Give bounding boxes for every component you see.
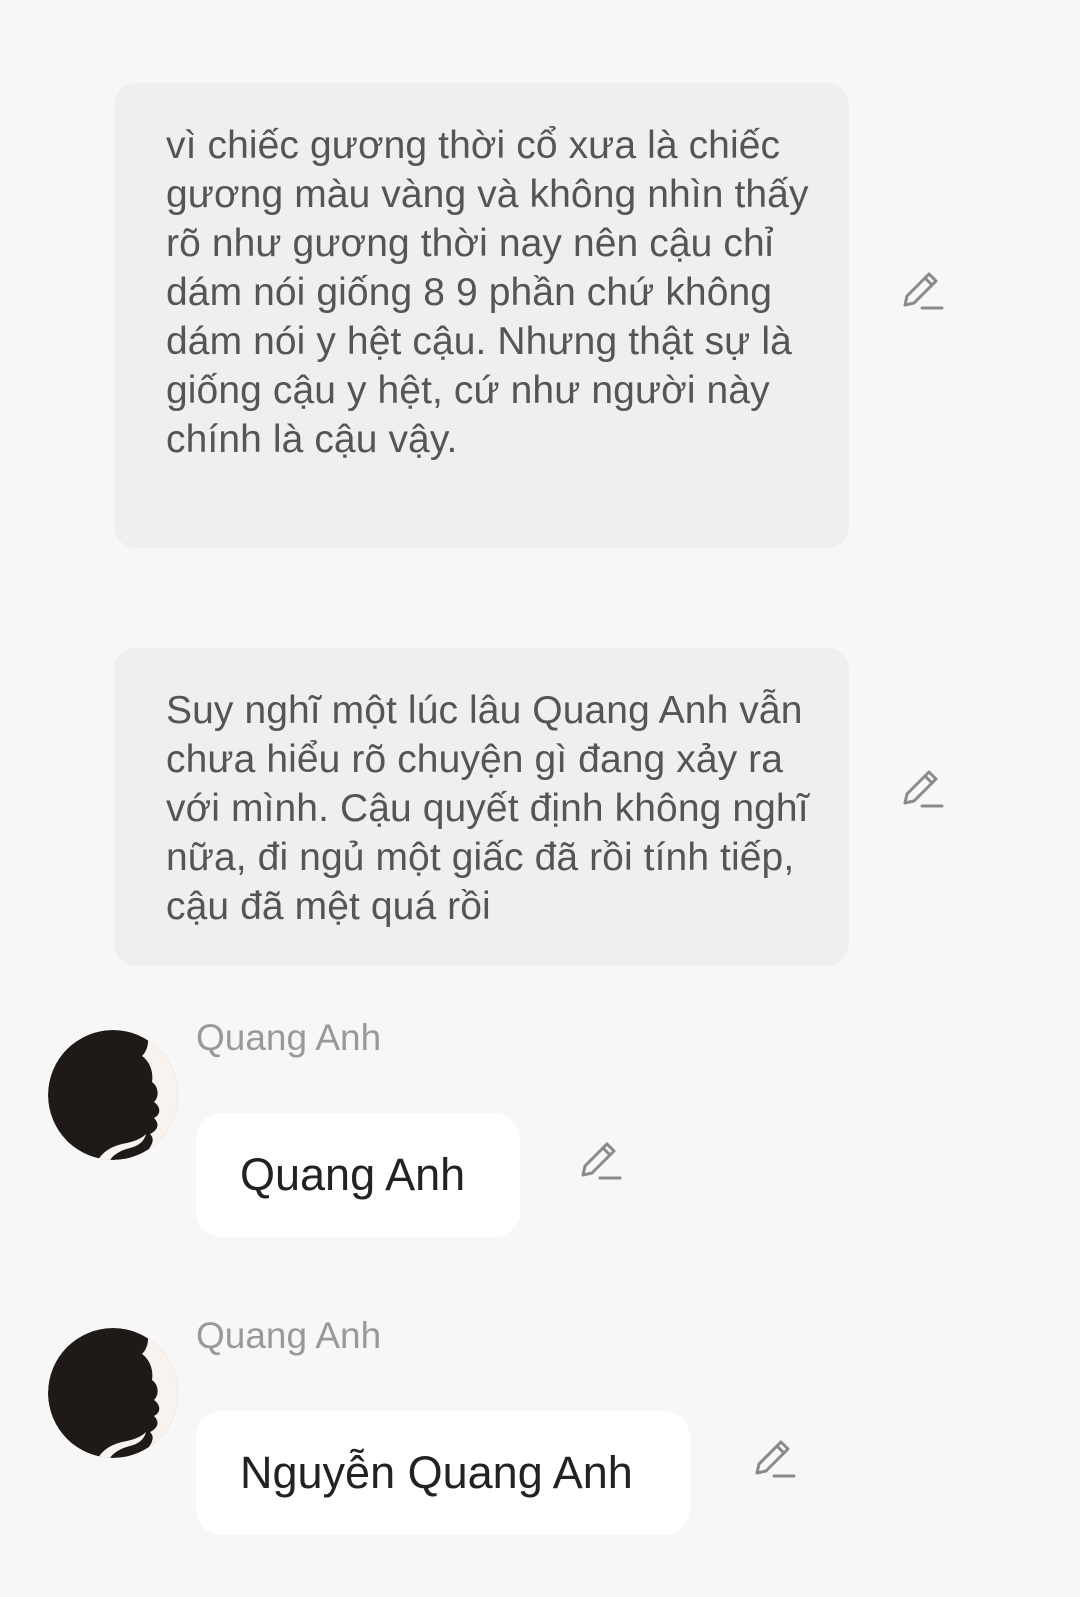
speech-bubble[interactable]: Nguyễn Quang Anh — [196, 1411, 690, 1535]
pencil-icon[interactable] — [576, 1138, 622, 1184]
silhouette-avatar — [48, 1030, 178, 1160]
pencil-icon[interactable] — [750, 1436, 796, 1482]
speech-text: Nguyễn Quang Anh — [240, 1447, 633, 1498]
pencil-icon[interactable] — [898, 766, 944, 812]
speech-text: Quang Anh — [240, 1149, 466, 1200]
avatar[interactable] — [48, 1030, 178, 1160]
silhouette-avatar — [48, 1328, 178, 1458]
speaker-name: Quang Anh — [196, 1017, 382, 1058]
avatar[interactable] — [48, 1328, 178, 1458]
speaker-name: Quang Anh — [196, 1315, 382, 1356]
narration-bubble[interactable]: Suy nghĩ một lúc lâu Quang Anh vẫn chưa … — [114, 648, 849, 966]
narration-bubble[interactable]: vì chiếc gương thời cổ xưa là chiếc gươn… — [114, 83, 849, 548]
narration-text: Suy nghĩ một lúc lâu Quang Anh vẫn chưa … — [166, 689, 809, 928]
speech-bubble[interactable]: Quang Anh — [196, 1113, 520, 1237]
pencil-icon[interactable] — [898, 268, 944, 314]
narration-text: vì chiếc gương thời cổ xưa là chiếc gươn… — [166, 124, 809, 461]
